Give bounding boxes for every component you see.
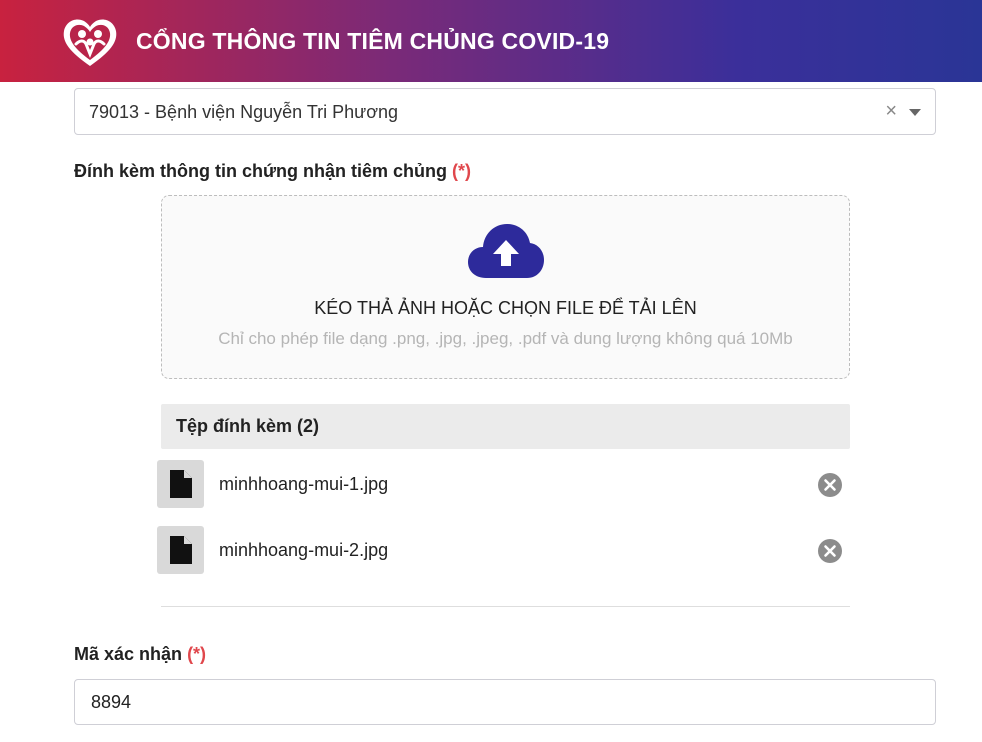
file-thumbnail	[157, 526, 204, 574]
remove-file-icon[interactable]	[817, 538, 843, 564]
page-title: CỔNG THÔNG TIN TIÊM CHỦNG COVID-19	[136, 28, 610, 54]
facility-select[interactable]: 79013 - Bệnh viện Nguyễn Tri Phương ×	[74, 88, 936, 135]
required-mark: (*)	[187, 644, 207, 664]
attachment-item: minhhoang-mui-1.jpg	[157, 460, 850, 508]
attachment-section-label: Đính kèm thông tin chứng nhận tiêm chủng…	[74, 161, 471, 182]
section-divider	[161, 606, 850, 607]
app-header: CỔNG THÔNG TIN TIÊM CHỦNG COVID-19	[0, 0, 982, 82]
clear-selection-icon[interactable]: ×	[885, 100, 897, 123]
file-icon	[170, 536, 192, 564]
cloud-upload-icon	[468, 224, 544, 278]
required-mark: (*)	[452, 161, 472, 181]
attachments-header: Tệp đính kèm (2)	[161, 404, 850, 449]
file-icon	[170, 470, 192, 498]
dropzone-title: KÉO THẢ ẢNH HOẶC CHỌN FILE ĐỂ TẢI LÊN	[314, 298, 697, 318]
file-name[interactable]: minhhoang-mui-2.jpg	[219, 540, 388, 561]
dropzone-hint: Chỉ cho phép file dạng .png, .jpg, .jpeg…	[218, 329, 793, 348]
remove-file-icon[interactable]	[817, 472, 843, 498]
file-dropzone[interactable]: KÉO THẢ ẢNH HOẶC CHỌN FILE ĐỂ TẢI LÊN Ch…	[161, 195, 850, 379]
chevron-down-icon[interactable]	[909, 109, 921, 116]
file-name[interactable]: minhhoang-mui-1.jpg	[219, 474, 388, 495]
attachment-label-text: Đính kèm thông tin chứng nhận tiêm chủng	[74, 161, 448, 181]
captcha-label-text: Mã xác nhận	[74, 644, 183, 664]
facility-select-value: 79013 - Bệnh viện Nguyễn Tri Phương	[89, 102, 399, 122]
captcha-label: Mã xác nhận (*)	[74, 644, 206, 665]
captcha-input[interactable]	[74, 679, 936, 725]
file-thumbnail	[157, 460, 204, 508]
heart-people-logo-icon[interactable]	[60, 14, 120, 70]
attachment-item: minhhoang-mui-2.jpg	[157, 526, 850, 574]
attachments-header-text: Tệp đính kèm (2)	[176, 416, 320, 436]
